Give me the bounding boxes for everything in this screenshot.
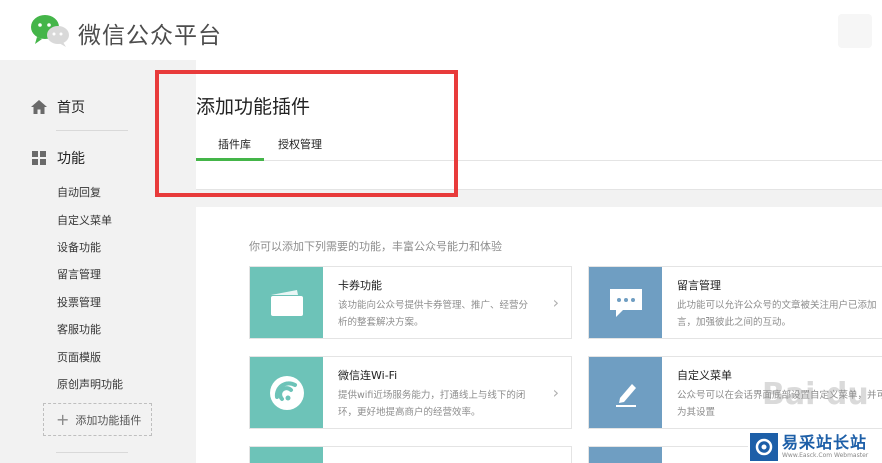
home-icon — [31, 100, 47, 114]
plugin-card-wifi[interactable]: 微信连Wi-Fi 提供wifi近场服务能力，打通线上与线下的闭环，更好地提高商户… — [249, 356, 572, 429]
divider — [56, 452, 128, 453]
plugin-card-comments[interactable]: 留言管理 此功能可以允许公众号的文章被关注用户已添加言，加强彼此之间的互动。 — [588, 266, 882, 339]
watermark-title: 易采站长站 — [782, 433, 868, 452]
plugin-thumb — [589, 267, 662, 338]
intro-text: 你可以添加下列需要的功能，丰富公众号能力和体验 — [249, 240, 502, 253]
watermark-subtitle: Www.Easck.Com Webmaster — [782, 452, 869, 459]
sidebar-item-custom-menu[interactable]: 自定义菜单 — [57, 212, 112, 228]
highlight-box — [155, 70, 458, 197]
message-icon — [609, 288, 642, 317]
grid-icon — [32, 151, 46, 165]
plugin-thumb — [589, 447, 662, 463]
plugin-thumb — [589, 357, 662, 428]
sidebar-item-auto-reply[interactable]: 自动回复 — [57, 184, 101, 200]
card-icon — [270, 289, 303, 316]
baidu-watermark: Bai du — [762, 377, 869, 412]
site-watermark: 易采站长站 Www.Easck.Com Webmaster — [748, 431, 882, 463]
plugin-description: 提供wifi近场服务能力，打通线上与线下的闭环，更好地提高商户的经营效率。 — [338, 390, 526, 418]
sidebar-item-vote[interactable]: 投票管理 — [57, 294, 101, 310]
plugin-card-coupon[interactable]: 卡券功能 该功能向公众号提供卡券管理、推广、经营分析的整套解决方案。 › — [249, 266, 572, 339]
plugin-description: 此功能可以允许公众号的文章被关注用户已添加言，加强彼此之间的互动。 — [677, 300, 877, 328]
edit-icon — [615, 383, 636, 407]
sidebar-item-functions[interactable]: 功能 — [30, 147, 85, 169]
plus-icon: + — [56, 409, 70, 429]
plugin-title: 自定义菜单 — [677, 369, 732, 382]
plugin-title: 留言管理 — [677, 279, 721, 292]
avatar[interactable] — [838, 14, 872, 48]
plugin-list: 你可以添加下列需要的功能，丰富公众号能力和体验 卡券功能 该功能向公众号提供卡券… — [196, 207, 882, 463]
plugin-title: 卡券功能 — [338, 279, 382, 292]
sidebar-item-original-declaration[interactable]: 原创声明功能 — [57, 376, 123, 392]
wifi-icon — [269, 375, 304, 410]
top-bar: 微信公众平台 — [0, 0, 882, 60]
sidebar-item-device[interactable]: 设备功能 — [57, 239, 101, 255]
plugin-thumb — [250, 447, 323, 463]
sidebar-item-label: 功能 — [57, 151, 85, 167]
sidebar-item-home[interactable]: 首页 — [30, 96, 85, 118]
divider — [56, 130, 128, 131]
plugin-card-partial[interactable] — [249, 446, 572, 463]
plugin-thumb — [250, 267, 323, 338]
add-plugin-button[interactable]: + 添加功能插件 — [43, 403, 152, 436]
plugin-thumb — [250, 357, 323, 428]
sidebar-item-customer-service[interactable]: 客服功能 — [57, 321, 101, 337]
brand-title: 微信公众平台 — [78, 23, 222, 49]
chevron-right-icon: › — [552, 383, 559, 402]
sidebar-item-label: 首页 — [57, 100, 85, 116]
add-plugin-label: 添加功能插件 — [75, 413, 142, 427]
plugin-description: 该功能向公众号提供卡券管理、推广、经营分析的整套解决方案。 — [338, 300, 529, 328]
chevron-right-icon: › — [552, 293, 559, 312]
plugin-title: 微信连Wi-Fi — [338, 369, 398, 382]
wechat-logo-icon — [31, 15, 69, 47]
sidebar-item-page-template[interactable]: 页面模版 — [57, 349, 101, 365]
site-logo-icon — [750, 433, 778, 461]
sidebar-item-comments[interactable]: 留言管理 — [57, 266, 101, 282]
